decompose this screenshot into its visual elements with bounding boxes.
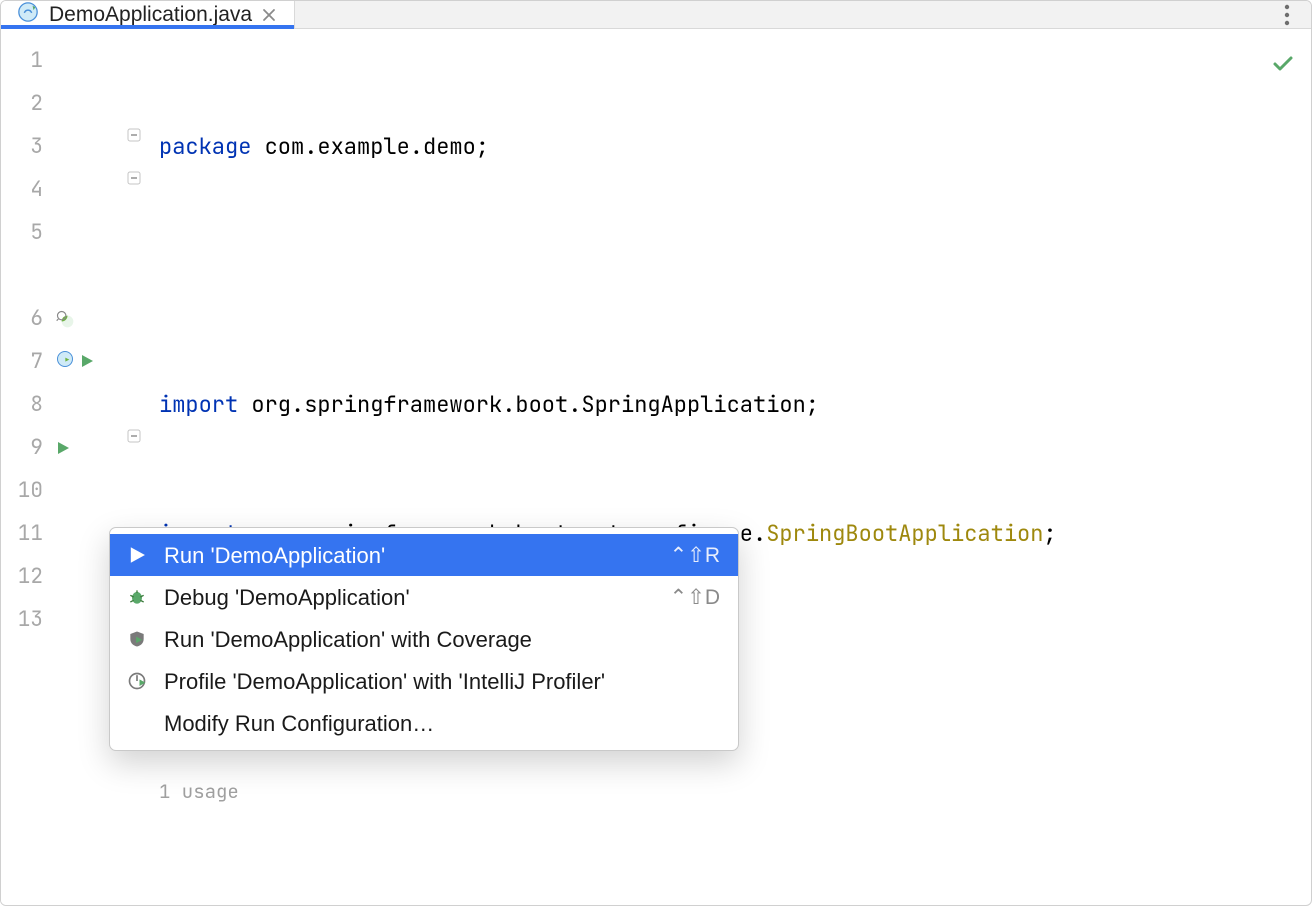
line-number: 4 <box>1 168 49 211</box>
usage-hint[interactable]: 1 usage <box>159 770 1311 813</box>
spring-boot-gutter-icon[interactable] <box>55 340 75 383</box>
line-number: 12 <box>1 555 49 598</box>
tab-more-button[interactable] <box>1263 1 1311 28</box>
line-number: 6 <box>1 297 49 340</box>
run-icon <box>124 546 150 564</box>
tab-bar: DemoApplication.java <box>1 1 1311 29</box>
file-tab[interactable]: DemoApplication.java <box>1 1 295 28</box>
run-class-gutter-icon[interactable] <box>79 340 95 383</box>
profiler-icon <box>124 671 150 691</box>
line-number: 11 <box>1 512 49 555</box>
shortcut: ⌃⇧R <box>670 534 720 577</box>
menu-item-modify-run-config[interactable]: Modify Run Configuration… <box>110 702 738 744</box>
editor-window: DemoApplication.java 1 2 3 4 5 6 <box>0 0 1312 906</box>
run-context-menu: Run 'DemoApplication' ⌃⇧R Debug 'DemoApp… <box>109 527 739 751</box>
file-tab-label: DemoApplication.java <box>49 3 252 27</box>
menu-item-run[interactable]: Run 'DemoApplication' ⌃⇧R <box>110 534 738 576</box>
menu-item-coverage[interactable]: Run 'DemoApplication' with Coverage <box>110 618 738 660</box>
code-area[interactable]: package com.example.demo; import org.spr… <box>121 29 1311 906</box>
line-number: 2 <box>1 82 49 125</box>
line-number: 7 <box>1 340 49 383</box>
coverage-icon <box>124 629 150 649</box>
line-number: 5 <box>1 211 49 254</box>
close-tab-icon[interactable] <box>262 8 276 22</box>
line-number: 13 <box>1 598 49 641</box>
gutter: 1 2 3 4 5 6 7 <box>1 29 121 906</box>
menu-item-debug[interactable]: Debug 'DemoApplication' ⌃⇧D <box>110 576 738 618</box>
menu-item-profile[interactable]: Profile 'DemoApplication' with 'IntelliJ… <box>110 660 738 702</box>
shortcut: ⌃⇧D <box>670 576 720 619</box>
line-number: 3 <box>1 125 49 168</box>
line-number: 1 <box>1 39 49 82</box>
line-number: 10 <box>1 469 49 512</box>
debug-icon <box>124 587 150 607</box>
line-number: 9 <box>1 426 49 469</box>
line-number: 8 <box>1 383 49 426</box>
spring-bean-icon <box>17 1 39 28</box>
code-editor[interactable]: 1 2 3 4 5 6 7 <box>1 29 1311 906</box>
run-method-gutter-icon[interactable] <box>49 440 71 456</box>
spring-config-gutter-icon[interactable] <box>49 309 75 329</box>
